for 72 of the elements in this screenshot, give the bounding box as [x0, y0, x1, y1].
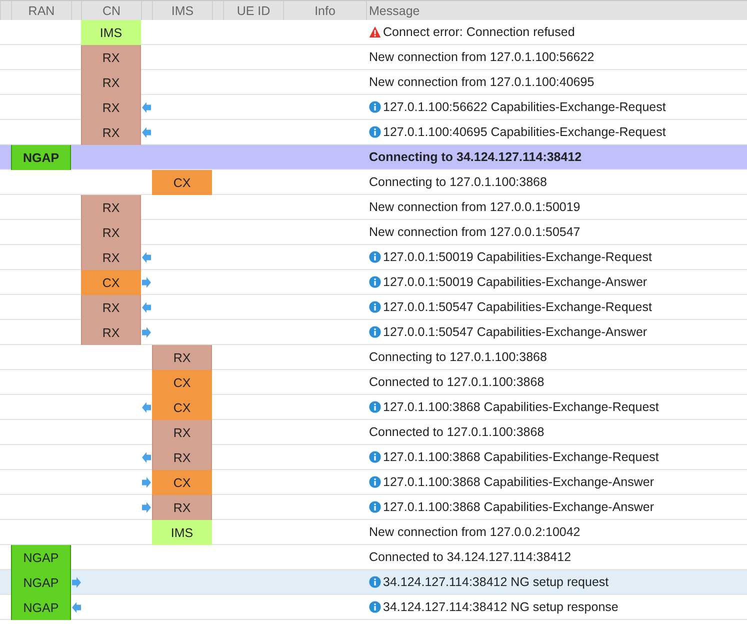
- layer-tag: CX: [152, 170, 212, 195]
- log-message: Connecting to 34.124.127.114:38412: [369, 150, 582, 164]
- layer-tag: RX: [152, 345, 212, 370]
- log-row[interactable]: RX Connected to 127.0.1.100:3868: [0, 420, 747, 445]
- log-row[interactable]: RX New connection from 127.0.0.1:50019: [0, 195, 747, 220]
- log-row[interactable]: RX New connection from 127.0.0.1:50547: [0, 220, 747, 245]
- log-message: 127.0.0.1:50547 Capabilities-Exchange-Request: [383, 300, 652, 314]
- log-message: 127.0.0.1:50019 Capabilities-Exchange-Request: [383, 250, 652, 264]
- log-message: 34.124.127.114:38412 NG setup request: [383, 575, 609, 589]
- log-message: 127.0.1.100:56622 Capabilities-Exchange-Request: [383, 100, 666, 114]
- log-row[interactable]: RX Connecting to 127.0.1.100:3868: [0, 345, 747, 370]
- log-row[interactable]: NGAP Connecting to 34.124.127.114:38412: [0, 145, 747, 170]
- log-message: 127.0.1.100:40695 Capabilities-Exchange-Request: [383, 125, 666, 139]
- log-row[interactable]: CX 127.0.0.1:50019 Capabilities-Exchange-Answer: [0, 270, 747, 295]
- log-message: 127.0.1.100:3868 Capabilities-Exchange-Answer: [383, 475, 654, 489]
- layer-tag: CX: [152, 470, 212, 495]
- log-message: 127.0.0.1:50547 Capabilities-Exchange-Answer: [383, 325, 648, 339]
- log-row[interactable]: IMS Connect error: Connection refused: [0, 20, 747, 45]
- layer-tag: RX: [81, 120, 141, 145]
- layer-tag: RX: [81, 70, 141, 95]
- log-row[interactable]: CX 127.0.1.100:3868 Capabilities-Exchange-Answer: [0, 470, 747, 495]
- layer-tag: RX: [81, 245, 141, 270]
- layer-tag: RX: [81, 195, 141, 220]
- log-message: Connecting to 127.0.1.100:3868: [369, 350, 547, 364]
- log-row[interactable]: RX 127.0.1.100:40695 Capabilities-Exchange-Request: [0, 120, 747, 145]
- log-message: Connecting to 127.0.1.100:3868: [369, 175, 547, 189]
- log-row[interactable]: RX 127.0.1.100:3868 Capabilities-Exchange-Request: [0, 445, 747, 470]
- layer-tag: RX: [152, 445, 212, 470]
- layer-tag: RX: [152, 420, 212, 445]
- log-row[interactable]: CX Connected to 127.0.1.100:3868: [0, 370, 747, 395]
- log-message: New connection from 127.0.1.100:40695: [369, 75, 594, 89]
- log-message: 127.0.0.1:50019 Capabilities-Exchange-Answer: [383, 275, 648, 289]
- log-row[interactable]: CX 127.0.1.100:3868 Capabilities-Exchange-Request: [0, 395, 747, 420]
- layer-tag: NGAP: [11, 570, 71, 595]
- log-message: New connection from 127.0.0.1:50019: [369, 200, 580, 214]
- log-row[interactable]: RX 127.0.0.1:50019 Capabilities-Exchange-Request: [0, 245, 747, 270]
- log-message: 127.0.1.100:3868 Capabilities-Exchange-Answer: [383, 500, 654, 514]
- layer-tag: CX: [152, 395, 212, 420]
- layer-tag: RX: [81, 320, 141, 345]
- layer-tag: RX: [81, 295, 141, 320]
- log-row[interactable]: NGAP 34.124.127.114:38412 NG setup request: [0, 570, 747, 595]
- log-message: Connected to 127.0.1.100:3868: [369, 425, 544, 439]
- log-row[interactable]: NGAP Connected to 34.124.127.114:38412: [0, 545, 747, 570]
- layer-tag: NGAP: [11, 595, 71, 620]
- log-row[interactable]: RX 127.0.0.1:50547 Capabilities-Exchange-Answer: [0, 320, 747, 345]
- log-row[interactable]: RX 127.0.0.1:50547 Capabilities-Exchange-Request: [0, 295, 747, 320]
- layer-tag: CX: [81, 270, 141, 295]
- layer-tag: RX: [81, 95, 141, 120]
- log-message: New connection from 127.0.0.2:10042: [369, 525, 580, 539]
- layer-tag: CX: [152, 370, 212, 395]
- log-row[interactable]: RX 127.0.1.100:56622 Capabilities-Exchange-Request: [0, 95, 747, 120]
- layer-tag: IMS: [152, 520, 212, 545]
- layer-tag: RX: [81, 45, 141, 70]
- log-message: 34.124.127.114:38412 NG setup response: [383, 600, 618, 614]
- log-message: New connection from 127.0.0.1:50547: [369, 225, 580, 239]
- log-message: 127.0.1.100:3868 Capabilities-Exchange-Request: [383, 450, 659, 464]
- layer-tag: RX: [152, 495, 212, 520]
- layer-tag: NGAP: [11, 145, 71, 170]
- log-row[interactable]: CX Connecting to 127.0.1.100:3868: [0, 170, 747, 195]
- layer-tag: NGAP: [11, 545, 71, 570]
- log-row[interactable]: IMS New connection from 127.0.0.2:10042: [0, 520, 747, 545]
- log-message: 127.0.1.100:3868 Capabilities-Exchange-Request: [383, 400, 659, 414]
- log-message: New connection from 127.0.1.100:56622: [369, 50, 594, 64]
- log-message: Connect error: Connection refused: [383, 25, 575, 39]
- layer-tag: RX: [81, 220, 141, 245]
- log-row[interactable]: RX New connection from 127.0.1.100:56622: [0, 45, 747, 70]
- log-row[interactable]: RX 127.0.1.100:3868 Capabilities-Exchange-Answer: [0, 495, 747, 520]
- log-row[interactable]: RX New connection from 127.0.1.100:40695: [0, 70, 747, 95]
- log-row[interactable]: NGAP 34.124.127.114:38412 NG setup response: [0, 595, 747, 620]
- layer-tag: IMS: [81, 20, 141, 45]
- log-message: Connected to 127.0.1.100:3868: [369, 375, 544, 389]
- log-message: Connected to 34.124.127.114:38412: [369, 550, 572, 564]
